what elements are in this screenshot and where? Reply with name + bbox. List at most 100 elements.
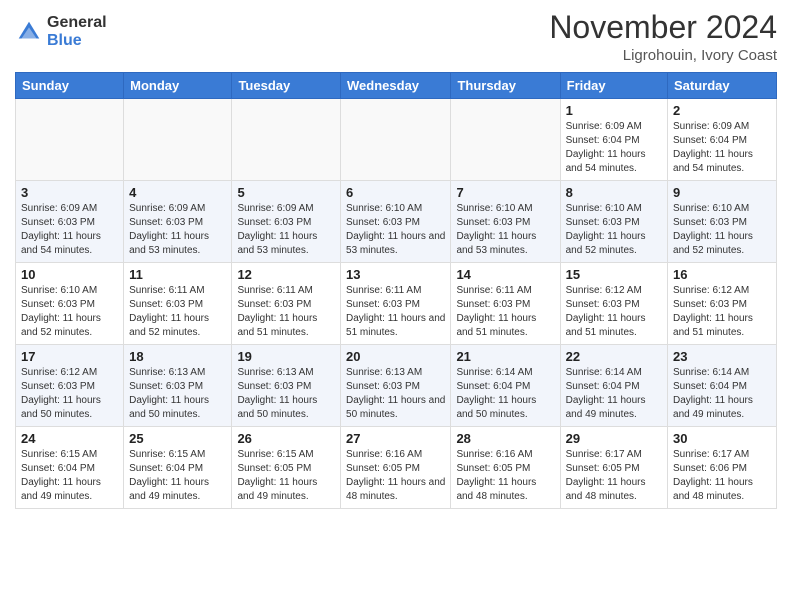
weekday-header-row: SundayMondayTuesdayWednesdayThursdayFrid… (16, 73, 777, 99)
day-number: 17 (21, 349, 118, 364)
day-number: 6 (346, 185, 445, 200)
calendar-cell: 30 Sunrise: 6:17 AM Sunset: 6:06 PM Dayli… (668, 427, 777, 509)
day-info: Sunrise: 6:09 AM Sunset: 6:03 PM Dayligh… (129, 202, 226, 258)
calendar-cell: 1 Sunrise: 6:09 AM Sunset: 6:04 PM Daylig… (560, 99, 667, 181)
calendar-header: SundayMondayTuesdayWednesdayThursdayFrid… (16, 73, 777, 99)
day-number: 28 (456, 431, 554, 446)
title-section: November 2024 Ligrohouin, Ivory Coast (549, 10, 777, 64)
day-number: 23 (673, 349, 771, 364)
day-number: 7 (456, 185, 554, 200)
day-number: 11 (129, 267, 226, 282)
day-info: Sunrise: 6:13 AM Sunset: 6:03 PM Dayligh… (346, 366, 445, 422)
calendar-cell: 22 Sunrise: 6:14 AM Sunset: 6:04 PM Dayli… (560, 345, 667, 427)
day-number: 21 (456, 349, 554, 364)
calendar-cell: 14Sunrise: 6:11 AM Sunset: 6:03 PM Dayli… (451, 263, 560, 345)
calendar-cell: 25 Sunrise: 6:15 AM Sunset: 6:04 PM Dayli… (124, 427, 232, 509)
day-info: Sunrise: 6:09 AM Sunset: 6:04 PM Dayligh… (566, 120, 662, 176)
day-number: 10 (21, 267, 118, 282)
calendar-cell: 21 Sunrise: 6:14 AM Sunset: 6:04 PM Dayli… (451, 345, 560, 427)
day-info: Sunrise: 6:11 AM Sunset: 6:03 PM Dayligh… (237, 284, 335, 340)
day-info: Sunrise: 6:16 AM Sunset: 6:05 PM Dayligh… (346, 448, 445, 504)
weekday-header-tuesday: Tuesday (232, 73, 341, 99)
calendar-cell: 28 Sunrise: 6:16 AM Sunset: 6:05 PM Dayli… (451, 427, 560, 509)
calendar-cell: 7Sunrise: 6:10 AM Sunset: 6:03 PM Daylig… (451, 181, 560, 263)
calendar-cell: 12 Sunrise: 6:11 AM Sunset: 6:03 PM Dayli… (232, 263, 341, 345)
logo-text: General Blue (47, 14, 107, 49)
calendar-cell (232, 99, 341, 181)
calendar-week-4: 17 Sunrise: 6:12 AM Sunset: 6:03 PM Dayli… (16, 345, 777, 427)
day-info: Sunrise: 6:13 AM Sunset: 6:03 PM Dayligh… (129, 366, 226, 422)
calendar-cell: 24Sunrise: 6:15 AM Sunset: 6:04 PM Dayli… (16, 427, 124, 509)
calendar-cell: 29 Sunrise: 6:17 AM Sunset: 6:05 PM Dayli… (560, 427, 667, 509)
day-number: 29 (566, 431, 662, 446)
logo-general-text: General (47, 14, 107, 32)
day-number: 16 (673, 267, 771, 282)
day-info: Sunrise: 6:14 AM Sunset: 6:04 PM Dayligh… (673, 366, 771, 422)
calendar-body: 1 Sunrise: 6:09 AM Sunset: 6:04 PM Daylig… (16, 99, 777, 509)
month-title: November 2024 (549, 10, 777, 45)
calendar-cell: 18 Sunrise: 6:13 AM Sunset: 6:03 PM Dayli… (124, 345, 232, 427)
day-number: 15 (566, 267, 662, 282)
day-number: 22 (566, 349, 662, 364)
day-number: 14 (456, 267, 554, 282)
header: General Blue November 2024 Ligrohouin, I… (15, 10, 777, 64)
day-info: Sunrise: 6:16 AM Sunset: 6:05 PM Dayligh… (456, 448, 554, 504)
weekday-header-sunday: Sunday (16, 73, 124, 99)
day-number: 26 (237, 431, 335, 446)
day-number: 3 (21, 185, 118, 200)
day-info: Sunrise: 6:15 AM Sunset: 6:05 PM Dayligh… (237, 448, 335, 504)
calendar-cell: 3Sunrise: 6:09 AM Sunset: 6:03 PM Daylig… (16, 181, 124, 263)
logo-blue-text: Blue (47, 32, 107, 50)
calendar-cell: 20 Sunrise: 6:13 AM Sunset: 6:03 PM Dayli… (341, 345, 451, 427)
calendar-cell: 10 Sunrise: 6:10 AM Sunset: 6:03 PM Dayli… (16, 263, 124, 345)
day-number: 1 (566, 103, 662, 118)
calendar-cell: 23 Sunrise: 6:14 AM Sunset: 6:04 PM Dayli… (668, 345, 777, 427)
day-number: 19 (237, 349, 335, 364)
calendar-cell (124, 99, 232, 181)
calendar-cell (341, 99, 451, 181)
logo: General Blue (15, 14, 107, 49)
day-number: 13 (346, 267, 445, 282)
calendar-cell: 5Sunrise: 6:09 AM Sunset: 6:03 PM Daylig… (232, 181, 341, 263)
calendar: SundayMondayTuesdayWednesdayThursdayFrid… (15, 72, 777, 509)
day-number: 18 (129, 349, 226, 364)
day-number: 2 (673, 103, 771, 118)
calendar-cell (16, 99, 124, 181)
day-number: 8 (566, 185, 662, 200)
calendar-cell: 17 Sunrise: 6:12 AM Sunset: 6:03 PM Dayli… (16, 345, 124, 427)
day-info: Sunrise: 6:17 AM Sunset: 6:05 PM Dayligh… (566, 448, 662, 504)
calendar-cell: 27 Sunrise: 6:16 AM Sunset: 6:05 PM Dayli… (341, 427, 451, 509)
calendar-cell: 11 Sunrise: 6:11 AM Sunset: 6:03 PM Dayli… (124, 263, 232, 345)
day-info: Sunrise: 6:14 AM Sunset: 6:04 PM Dayligh… (456, 366, 554, 422)
calendar-cell: 8Sunrise: 6:10 AM Sunset: 6:03 PM Daylig… (560, 181, 667, 263)
day-info: Sunrise: 6:12 AM Sunset: 6:03 PM Dayligh… (21, 366, 118, 422)
logo-icon (15, 18, 43, 46)
calendar-cell: 9Sunrise: 6:10 AM Sunset: 6:03 PM Daylig… (668, 181, 777, 263)
day-info: Sunrise: 6:11 AM Sunset: 6:03 PM Dayligh… (129, 284, 226, 340)
calendar-week-5: 24Sunrise: 6:15 AM Sunset: 6:04 PM Dayli… (16, 427, 777, 509)
day-info: Sunrise: 6:10 AM Sunset: 6:03 PM Dayligh… (21, 284, 118, 340)
calendar-cell: 2 Sunrise: 6:09 AM Sunset: 6:04 PM Daylig… (668, 99, 777, 181)
weekday-header-wednesday: Wednesday (341, 73, 451, 99)
day-number: 25 (129, 431, 226, 446)
day-info: Sunrise: 6:14 AM Sunset: 6:04 PM Dayligh… (566, 366, 662, 422)
calendar-cell: 16Sunrise: 6:12 AM Sunset: 6:03 PM Dayli… (668, 263, 777, 345)
weekday-header-saturday: Saturday (668, 73, 777, 99)
day-info: Sunrise: 6:09 AM Sunset: 6:04 PM Dayligh… (673, 120, 771, 176)
day-info: Sunrise: 6:15 AM Sunset: 6:04 PM Dayligh… (129, 448, 226, 504)
day-number: 30 (673, 431, 771, 446)
calendar-week-1: 1 Sunrise: 6:09 AM Sunset: 6:04 PM Daylig… (16, 99, 777, 181)
calendar-cell: 19Sunrise: 6:13 AM Sunset: 6:03 PM Dayli… (232, 345, 341, 427)
location: Ligrohouin, Ivory Coast (549, 47, 777, 64)
day-number: 12 (237, 267, 335, 282)
day-number: 9 (673, 185, 771, 200)
day-info: Sunrise: 6:10 AM Sunset: 6:03 PM Dayligh… (346, 202, 445, 258)
calendar-cell: 6 Sunrise: 6:10 AM Sunset: 6:03 PM Daylig… (341, 181, 451, 263)
weekday-header-thursday: Thursday (451, 73, 560, 99)
day-number: 27 (346, 431, 445, 446)
day-number: 20 (346, 349, 445, 364)
day-info: Sunrise: 6:15 AM Sunset: 6:04 PM Dayligh… (21, 448, 118, 504)
calendar-week-3: 10 Sunrise: 6:10 AM Sunset: 6:03 PM Dayli… (16, 263, 777, 345)
day-info: Sunrise: 6:17 AM Sunset: 6:06 PM Dayligh… (673, 448, 771, 504)
day-info: Sunrise: 6:11 AM Sunset: 6:03 PM Dayligh… (346, 284, 445, 340)
